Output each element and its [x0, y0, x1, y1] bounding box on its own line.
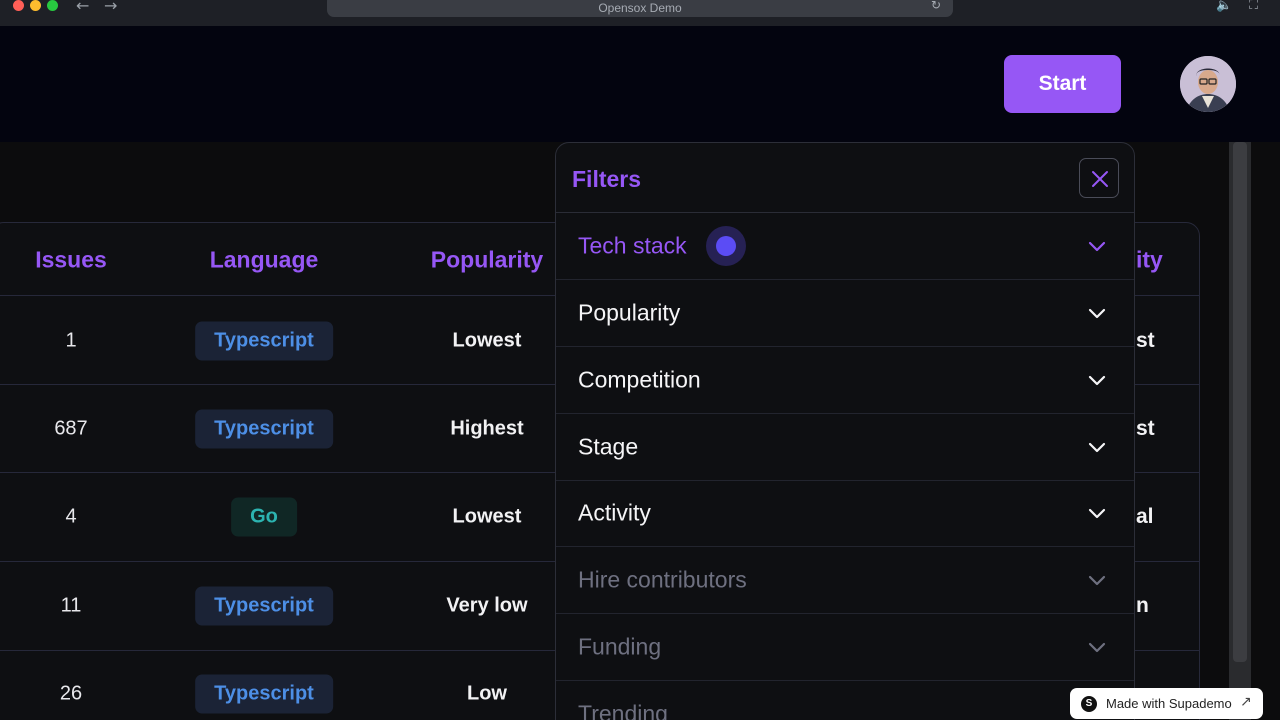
- forward-arrow-icon[interactable]: →: [104, 0, 117, 15]
- chevron-down-icon: [1088, 642, 1106, 653]
- column-header-language[interactable]: Language: [210, 247, 319, 274]
- filter-activity[interactable]: Activity: [556, 480, 1134, 547]
- chevron-down-icon: [1088, 442, 1106, 453]
- popularity-value: Very low: [446, 594, 528, 617]
- column-header-popularity[interactable]: Popularity: [431, 247, 543, 274]
- expand-icon[interactable]: ⛶: [1249, 0, 1258, 13]
- app-header: Start: [0, 26, 1280, 142]
- avatar[interactable]: [1180, 56, 1236, 112]
- filter-competition[interactable]: Competition: [556, 347, 1134, 414]
- filter-label: Trending: [578, 700, 668, 720]
- speaker-icon[interactable]: 🔈: [1216, 0, 1232, 13]
- filter-funding[interactable]: Funding: [556, 614, 1134, 681]
- filters-title: Filters: [572, 166, 642, 192]
- popularity-value: Low: [467, 682, 507, 705]
- language-badge: Typescript: [195, 321, 333, 361]
- language-badge: Typescript: [195, 586, 333, 626]
- browser-chrome: ← → Opensox Demo ↻ 🔈 ⛶: [0, 0, 1280, 26]
- filter-label: Popularity: [578, 299, 681, 326]
- start-button[interactable]: Start: [1004, 55, 1121, 113]
- external-link-icon: ↗: [1240, 694, 1252, 710]
- issues-count: 11: [60, 594, 82, 617]
- issues-count: 26: [59, 682, 83, 705]
- filter-label: Funding: [578, 633, 662, 660]
- supademo-badge[interactable]: S Made with Supademo ↗: [1070, 688, 1263, 719]
- chevron-down-icon: [1088, 508, 1106, 519]
- avatar-image: [1180, 56, 1236, 112]
- badge-text: Made with Supademo: [1106, 696, 1232, 711]
- column-header-issues[interactable]: Issues: [35, 247, 107, 274]
- chevron-down-icon: [1088, 308, 1106, 319]
- filter-label: Stage: [578, 433, 639, 460]
- maximize-window-dot[interactable]: [47, 0, 58, 11]
- page-scrollbar[interactable]: [1229, 142, 1251, 720]
- address-bar[interactable]: Opensox Demo ↻: [327, 0, 953, 17]
- scrollbar-thumb[interactable]: [1233, 142, 1247, 662]
- issues-count: 687: [54, 417, 88, 440]
- chevron-down-icon: [1088, 575, 1106, 586]
- chevron-down-icon: [1088, 241, 1106, 252]
- back-arrow-icon[interactable]: ←: [76, 0, 89, 15]
- activity-value: st: [1136, 329, 1155, 352]
- column-header-activity[interactable]: ity: [1136, 247, 1163, 274]
- popularity-value: Highest: [450, 417, 524, 440]
- activity-value: st: [1136, 417, 1155, 440]
- close-window-dot[interactable]: [13, 0, 24, 11]
- language-badge: Typescript: [195, 409, 333, 449]
- issues-count: 4: [65, 505, 77, 528]
- activity-value: al: [1136, 505, 1154, 528]
- filter-stage[interactable]: Stage: [556, 414, 1134, 481]
- popularity-value: Lowest: [452, 505, 522, 528]
- minimize-window-dot[interactable]: [30, 0, 41, 11]
- filter-label: Competition: [578, 366, 701, 393]
- filter-label: Tech stack: [578, 232, 687, 259]
- filter-tech-stack[interactable]: Tech stack: [556, 213, 1134, 280]
- issues-count: 1: [65, 329, 77, 352]
- activity-value: n: [1136, 594, 1149, 617]
- popularity-value: Lowest: [452, 329, 522, 352]
- language-badge: Go: [231, 497, 297, 537]
- filters-header: Filters: [556, 143, 1134, 213]
- filter-label: Hire contributors: [578, 566, 747, 593]
- close-icon: [1092, 171, 1108, 187]
- filter-label: Activity: [578, 499, 651, 526]
- click-indicator: [706, 226, 746, 266]
- filter-trending[interactable]: Trending: [556, 681, 1134, 720]
- reload-icon[interactable]: ↻: [931, 0, 941, 12]
- supademo-logo-icon: S: [1081, 696, 1097, 712]
- page-title: Opensox Demo: [598, 1, 682, 15]
- close-filters-button[interactable]: [1079, 158, 1119, 198]
- filters-panel: Filters Tech stack Popularity Competitio…: [555, 142, 1135, 720]
- language-badge: Typescript: [195, 674, 333, 714]
- chevron-down-icon: [1088, 375, 1106, 386]
- filter-hire-contributors[interactable]: Hire contributors: [556, 547, 1134, 614]
- filter-popularity[interactable]: Popularity: [556, 280, 1134, 347]
